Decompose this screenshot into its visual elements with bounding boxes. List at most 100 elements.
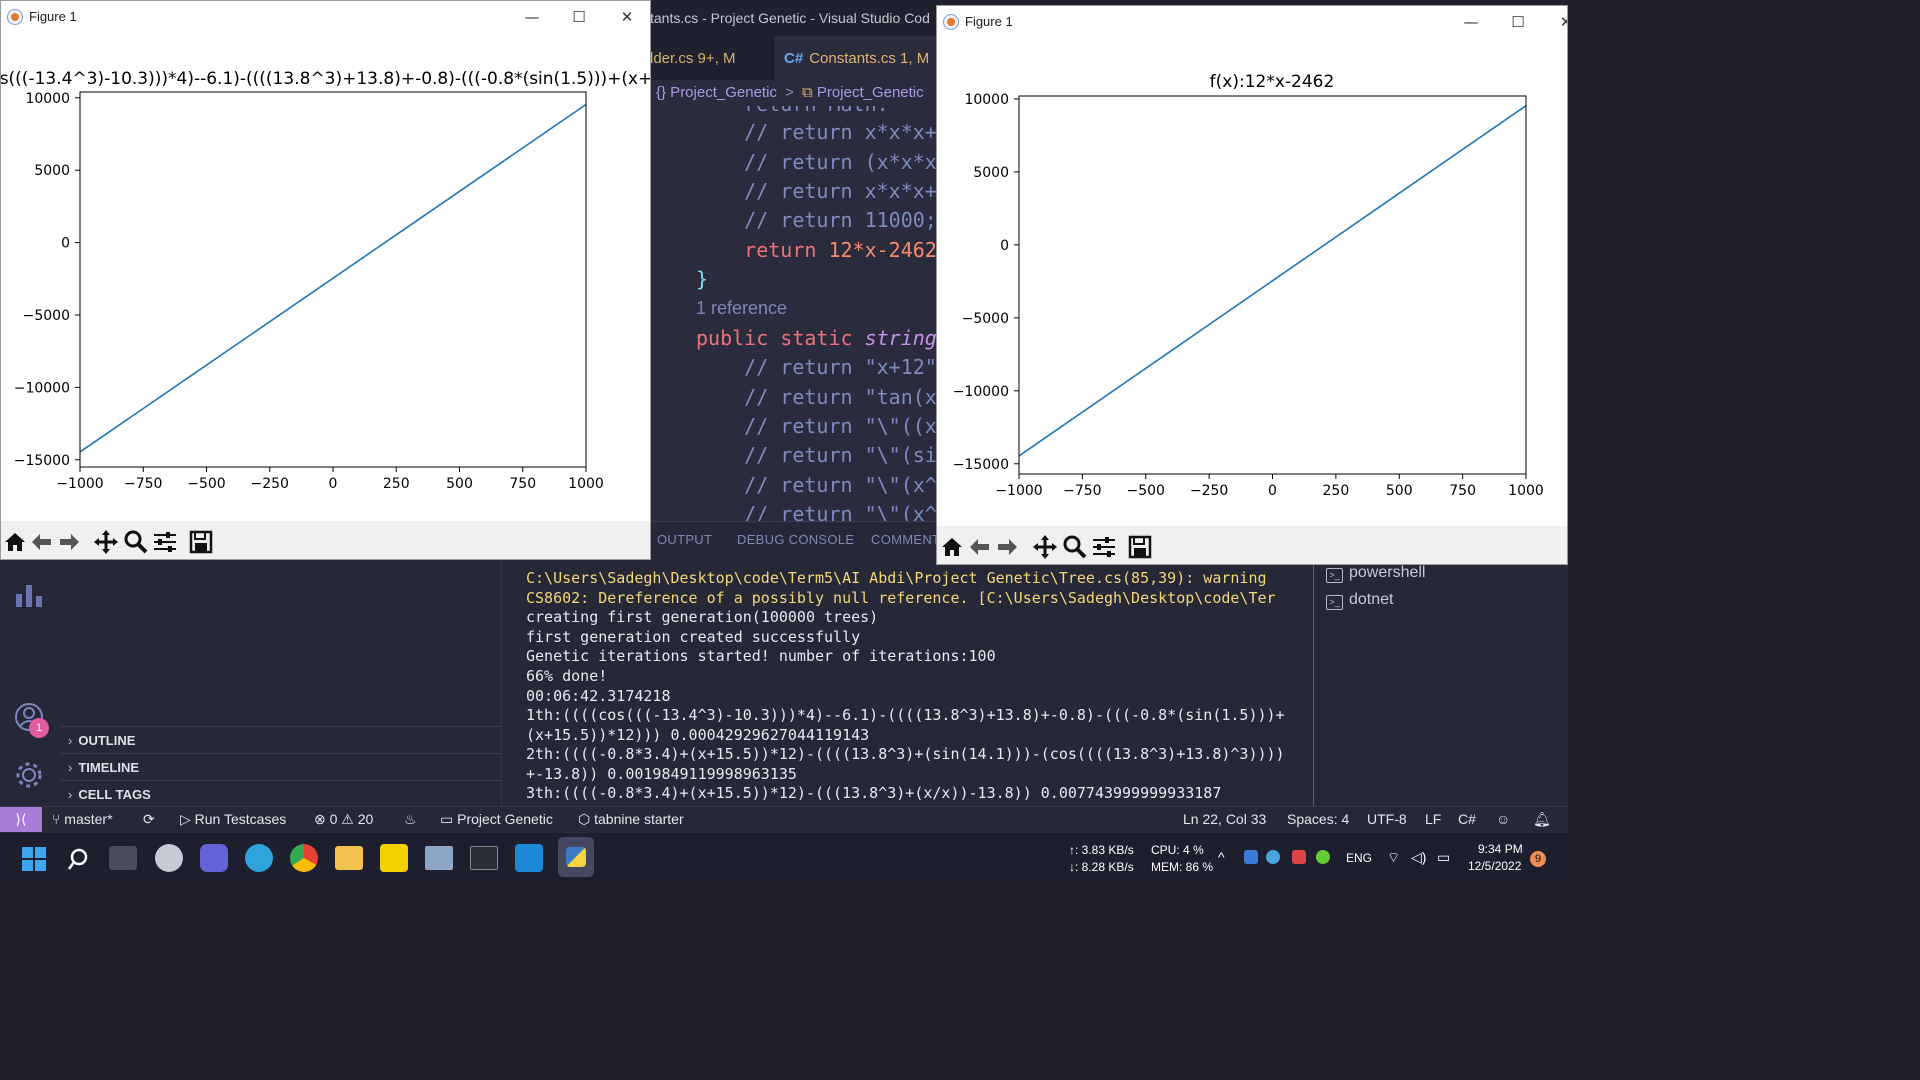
- matplotlib-icon: [943, 14, 959, 30]
- section-cell-tags[interactable]: › CELL TAGS: [60, 780, 502, 807]
- notification-badge: 1: [29, 718, 49, 738]
- language-mode[interactable]: C#: [1458, 811, 1476, 827]
- problems-indicator[interactable]: ⊗ 0 ⚠ 20: [314, 811, 373, 828]
- tray-app-icon[interactable]: [1266, 850, 1280, 864]
- wifi-icon[interactable]: ⌔: [1387, 849, 1400, 867]
- notification-count-badge[interactable]: 9: [1530, 851, 1546, 867]
- media-player-icon[interactable]: [380, 844, 408, 872]
- code-editor[interactable]: return Math. // return x*x*x+ // return …: [640, 106, 940, 521]
- pan-icon[interactable]: [1032, 534, 1058, 560]
- tabnine-indicator[interactable]: ⬡ tabnine starter: [578, 811, 684, 828]
- sync-icon[interactable]: ⟳: [143, 811, 155, 828]
- back-arrow-icon[interactable]: [967, 534, 993, 560]
- indentation[interactable]: Spaces: 4: [1287, 811, 1349, 827]
- run-label: Run Testcases: [194, 811, 287, 827]
- minimize-button[interactable]: —: [517, 5, 547, 29]
- chrome-icon[interactable]: [290, 844, 318, 872]
- end-of-line[interactable]: LF: [1425, 811, 1441, 827]
- tab-output[interactable]: OUTPUT: [657, 532, 712, 547]
- terminal-line: creating first generation(100000 trees): [526, 608, 879, 626]
- teams-icon[interactable]: [200, 844, 228, 872]
- terminal-app-icon[interactable]: [470, 846, 498, 870]
- tab-builder-cs[interactable]: lder.cs 9+, M: [640, 36, 772, 80]
- y-tick-label: 5000: [34, 163, 70, 179]
- input-language[interactable]: ENG: [1346, 851, 1372, 865]
- widgets-icon[interactable]: [155, 844, 183, 872]
- tab-constants-cs[interactable]: C# Constants.cs 1, M: [774, 36, 944, 80]
- configure-subplots-icon[interactable]: [152, 529, 178, 555]
- code-line: // return 11000;: [696, 208, 937, 232]
- play-icon: ▷: [180, 811, 195, 827]
- code-line: // return x*x*x+: [696, 120, 937, 144]
- search-icon[interactable]: [67, 847, 91, 871]
- window-title: Figure 1: [965, 14, 1013, 29]
- x-tick-label: 500: [1386, 483, 1413, 499]
- breadcrumb-class[interactable]: Project_Genetic: [817, 84, 924, 101]
- section-outline[interactable]: › OUTLINE: [60, 726, 502, 753]
- python-app-icon[interactable]: [558, 837, 594, 877]
- back-arrow-icon[interactable]: [29, 529, 55, 555]
- chart-icon[interactable]: [14, 582, 46, 608]
- maximize-button[interactable]: ☐: [1503, 10, 1533, 34]
- windows-start-icon[interactable]: [22, 847, 46, 871]
- chart-title: s(((-13.4^3)-10.3)))*4)--6.1)-((((13.8^3…: [1, 69, 651, 89]
- forward-arrow-icon[interactable]: [56, 529, 82, 555]
- minimize-button[interactable]: —: [1456, 10, 1486, 34]
- clock-time[interactable]: 9:34 PM: [1478, 842, 1523, 856]
- save-icon[interactable]: [188, 529, 214, 555]
- cursor-position[interactable]: Ln 22, Col 33: [1183, 811, 1266, 827]
- terminal-item-powershell[interactable]: >_ powershell: [1326, 564, 1425, 583]
- terminal-output[interactable]: C:\Users\Sadegh\Desktop\code\Term5\AI Ab…: [502, 560, 1314, 806]
- terminal-item-dotnet[interactable]: >_ dotnet: [1326, 591, 1393, 610]
- task-view-icon[interactable]: [109, 846, 137, 870]
- show-hidden-icons-icon[interactable]: ^: [1218, 849, 1225, 865]
- maximize-button[interactable]: ☐: [564, 5, 594, 29]
- y-tick-label: 10000: [25, 91, 70, 107]
- zoom-icon[interactable]: [123, 529, 149, 555]
- file-explorer-icon[interactable]: [335, 846, 363, 870]
- breadcrumb-namespace[interactable]: {} Project_Genetic: [656, 84, 777, 101]
- resource-monitor-icon[interactable]: [425, 846, 453, 870]
- vscode-app-icon[interactable]: [515, 844, 543, 872]
- chart-title: f(x):12*x-2462: [1210, 72, 1335, 92]
- clock-date[interactable]: 12/5/2022: [1468, 859, 1521, 873]
- figure-window-right: Figure 1 — ☐ ✕ f(x):12*x-2462 −1000 −750 −5…: [936, 5, 1568, 565]
- flame-icon[interactable]: ♨: [404, 811, 417, 828]
- tray-app-icon[interactable]: [1244, 850, 1258, 864]
- x-tick-label: 0: [329, 476, 338, 492]
- terminal-line: 66% done!: [526, 667, 608, 685]
- branch-indicator[interactable]: ⑂ master*: [52, 811, 113, 827]
- class-icon: ⧉: [802, 84, 813, 101]
- battery-icon[interactable]: ▭: [1437, 849, 1450, 866]
- tab-debug-console[interactable]: DEBUG CONSOLE: [737, 532, 854, 547]
- tray-app-icon[interactable]: [1316, 850, 1330, 864]
- figure-toolbar: [937, 526, 1567, 564]
- forward-arrow-icon[interactable]: [994, 534, 1020, 560]
- encoding[interactable]: UTF-8: [1367, 811, 1407, 827]
- feedback-icon[interactable]: ☺: [1496, 811, 1510, 827]
- status-bar: ⟩⟨ ⑂ master* ⟳ ▷ Run Testcases ⊗ 0 ⚠ 20 …: [0, 806, 1568, 833]
- security-shield-icon[interactable]: [1292, 850, 1306, 864]
- pan-icon[interactable]: [93, 529, 119, 555]
- configure-subplots-icon[interactable]: [1091, 534, 1117, 560]
- save-icon[interactable]: [1127, 534, 1153, 560]
- section-timeline[interactable]: › TIMELINE: [60, 753, 502, 780]
- home-icon[interactable]: [939, 534, 965, 560]
- zoom-icon[interactable]: [1062, 534, 1088, 560]
- codelens-references[interactable]: 1 reference: [696, 298, 787, 327]
- edge-icon[interactable]: [245, 844, 273, 872]
- run-testcases-button[interactable]: ▷ Run Testcases: [180, 811, 286, 828]
- remote-indicator-icon[interactable]: ⟩⟨: [0, 807, 42, 833]
- csharp-file-icon: C#: [784, 50, 804, 67]
- close-button[interactable]: ✕: [1551, 10, 1567, 34]
- speaker-icon[interactable]: ◁): [1411, 849, 1426, 866]
- plot-area[interactable]: s(((-13.4^3)-10.3)))*4)--6.1)-((((13.8^3…: [1, 33, 651, 521]
- tab-label: Constants.cs 1, M: [809, 50, 930, 67]
- return-keyword: return: [696, 238, 829, 262]
- plot-area[interactable]: f(x):12*x-2462 −1000 −750 −500 −250 0 250 500 75…: [937, 38, 1568, 526]
- close-button[interactable]: ✕: [612, 5, 642, 29]
- home-icon[interactable]: [2, 529, 28, 555]
- project-indicator[interactable]: ▭ Project Genetic: [440, 811, 553, 828]
- gear-icon[interactable]: [14, 760, 46, 792]
- bell-icon[interactable]: 🔔︎: [1533, 811, 1551, 828]
